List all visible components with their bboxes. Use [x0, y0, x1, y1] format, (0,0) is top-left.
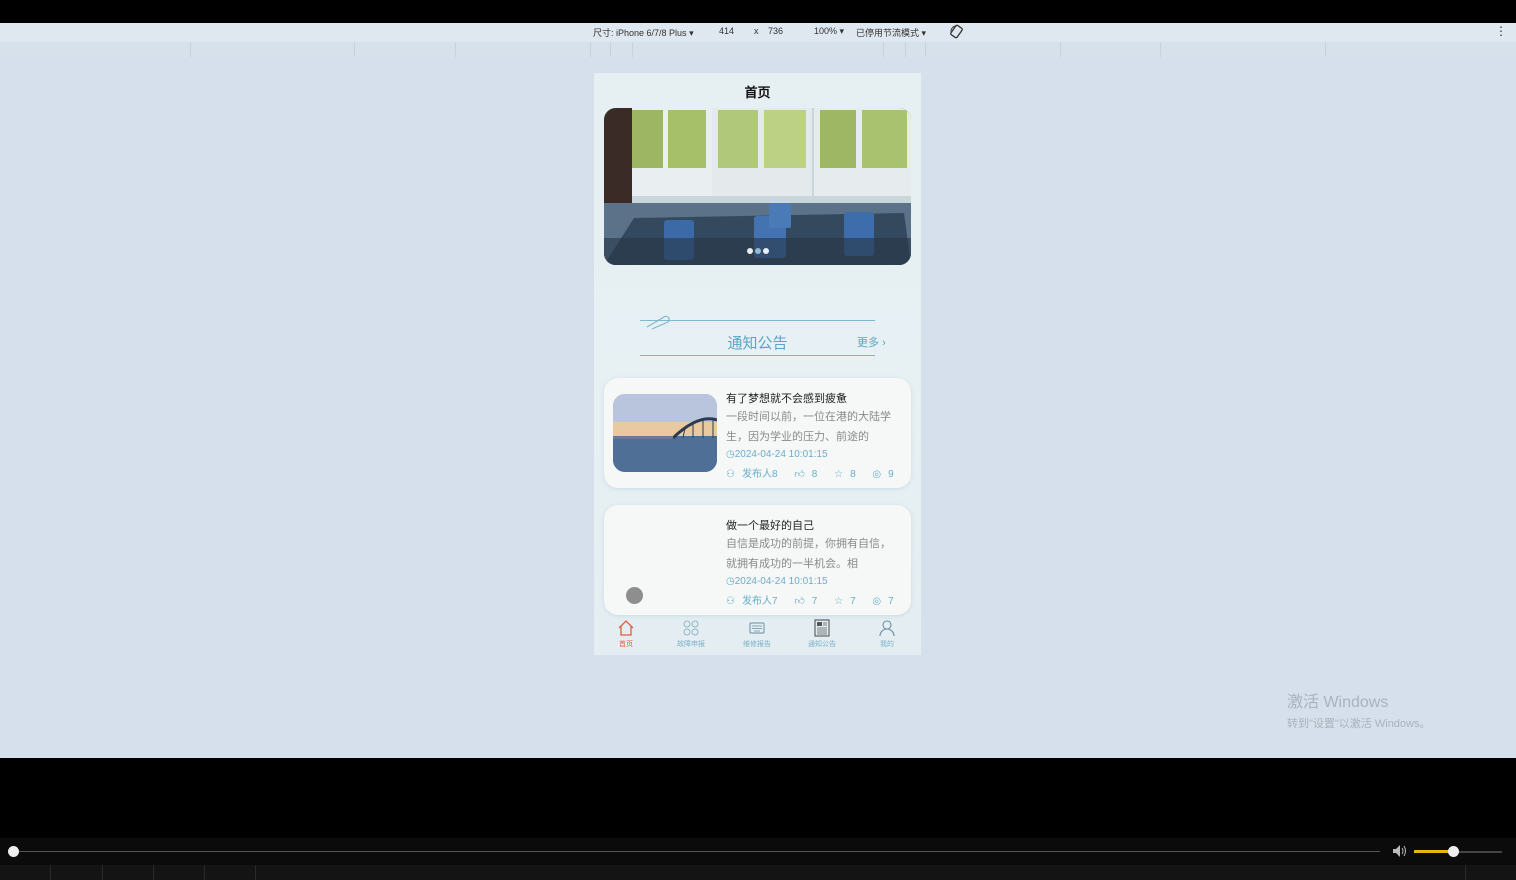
- carousel-dot-active[interactable]: [754, 248, 761, 254]
- screen: 尺寸: iPhone 6/7/8 Plus ▾ 414 x 736 100% ▾…: [0, 0, 1516, 880]
- grid-icon: [683, 620, 699, 636]
- taskbar: [0, 865, 1516, 880]
- notice-meta: ⚇ 发布人8 👍︎ 8 ☆ 8 ◎ 9: [726, 465, 908, 480]
- notice-desc: 一段时间以前，一位在港的大陆学生，因为学业的压力、前途的: [726, 411, 891, 443]
- device-height-input[interactable]: 736: [768, 26, 783, 36]
- volume-fill: [1414, 850, 1452, 853]
- media-query-ruler: [0, 42, 1516, 57]
- notice-time: ◷2024-04-24 10:01:15: [726, 576, 828, 587]
- tab-fault-report[interactable]: 故障申报: [661, 619, 721, 649]
- clock-icon: ◷: [726, 449, 735, 460]
- rotate-icon[interactable]: [949, 24, 964, 41]
- thumbs-up-icon: 👍︎: [794, 469, 805, 480]
- notice-author: 发布人7: [741, 596, 778, 607]
- tab-repair-report[interactable]: 维修报告: [727, 619, 787, 649]
- user-icon: ⚇: [726, 469, 735, 480]
- star-icon: ☆: [834, 596, 844, 607]
- page-title: 首页: [744, 85, 771, 100]
- notice-header: 通知公告 更多 ›: [640, 314, 886, 358]
- notice-desc: 自信是成功的前提，你拥有自信，就拥有成功的一半机会。相: [726, 538, 891, 570]
- chevron-right-icon: ›: [882, 337, 886, 349]
- seek-bar[interactable]: [12, 851, 1380, 852]
- carousel-dots: [604, 241, 911, 259]
- loading-placeholder: [626, 587, 643, 604]
- notice-meta: ⚇ 发布人7 👍︎ 7 ☆ 7 ◎ 7: [726, 592, 908, 607]
- like-count: 8: [811, 469, 818, 480]
- phone-screen: 首页 通知公告 更多 › 有了梦想就不会感到疲惫 一段时间以前，一位在港的大陆学…: [594, 73, 921, 655]
- notice-card[interactable]: 做一个最好的自己 自信是成功的前提，你拥有自信，就拥有成功的一半机会。相 ◷20…: [604, 505, 911, 615]
- volume-icon[interactable]: [1392, 844, 1408, 863]
- zoom-select[interactable]: 100% ▾: [814, 26, 844, 37]
- tab-home[interactable]: 首页: [596, 619, 656, 649]
- section-title: 通知公告: [727, 335, 788, 352]
- notice-title: 做一个最好的自己: [726, 520, 814, 532]
- kebab-icon[interactable]: ⋮: [1495, 24, 1507, 38]
- home-icon: [618, 620, 634, 636]
- media-player-bar: [0, 838, 1516, 865]
- like-count: 7: [811, 596, 818, 607]
- clock-icon: ◷: [726, 576, 735, 587]
- notice-thumbnail: [613, 394, 717, 472]
- user-icon: [879, 620, 895, 637]
- more-link[interactable]: 更多 ›: [857, 334, 886, 350]
- view-count: 9: [888, 469, 894, 480]
- favorite-count: 8: [850, 469, 856, 480]
- device-toolbar: 尺寸: iPhone 6/7/8 Plus ▾ 414 x 736 100% ▾…: [0, 23, 1516, 42]
- notice-author: 发布人8: [741, 469, 778, 480]
- device-width-input[interactable]: 414: [719, 26, 734, 36]
- thumbs-up-icon: 👍︎: [794, 596, 805, 607]
- bottom-tabbar: 首页 故障申报 维修报告 通知公告 我的: [594, 615, 921, 655]
- notice-card[interactable]: 有了梦想就不会感到疲惫 一段时间以前，一位在港的大陆学生，因为学业的压力、前途的…: [604, 378, 911, 488]
- eye-icon: ◎: [872, 469, 882, 480]
- carousel-dot[interactable]: [762, 248, 769, 254]
- dimension-separator: x: [754, 26, 759, 36]
- tab-notice[interactable]: 通知公告: [792, 619, 852, 649]
- windows-activation-watermark: 激活 Windows 转到"设置"以激活 Windows。: [1287, 694, 1431, 730]
- notice-time: ◷2024-04-24 10:01:15: [726, 449, 828, 460]
- favorite-count: 7: [850, 596, 856, 607]
- user-icon: ⚇: [726, 596, 735, 607]
- notice-title: 有了梦想就不会感到疲惫: [726, 393, 847, 405]
- star-icon: ☆: [834, 469, 844, 480]
- eye-icon: ◎: [872, 596, 882, 607]
- throttle-select[interactable]: 已停用节流模式 ▾: [856, 26, 926, 39]
- carousel-dot[interactable]: [746, 248, 753, 254]
- seek-handle[interactable]: [8, 846, 19, 857]
- keyboard-icon: [749, 622, 765, 634]
- newspaper-icon: [814, 619, 830, 637]
- banner-carousel[interactable]: [604, 108, 911, 265]
- tab-mine[interactable]: 我的: [857, 619, 917, 649]
- volume-handle[interactable]: [1448, 846, 1459, 857]
- view-count: 7: [888, 596, 894, 607]
- device-select[interactable]: 尺寸: iPhone 6/7/8 Plus ▾: [593, 26, 694, 39]
